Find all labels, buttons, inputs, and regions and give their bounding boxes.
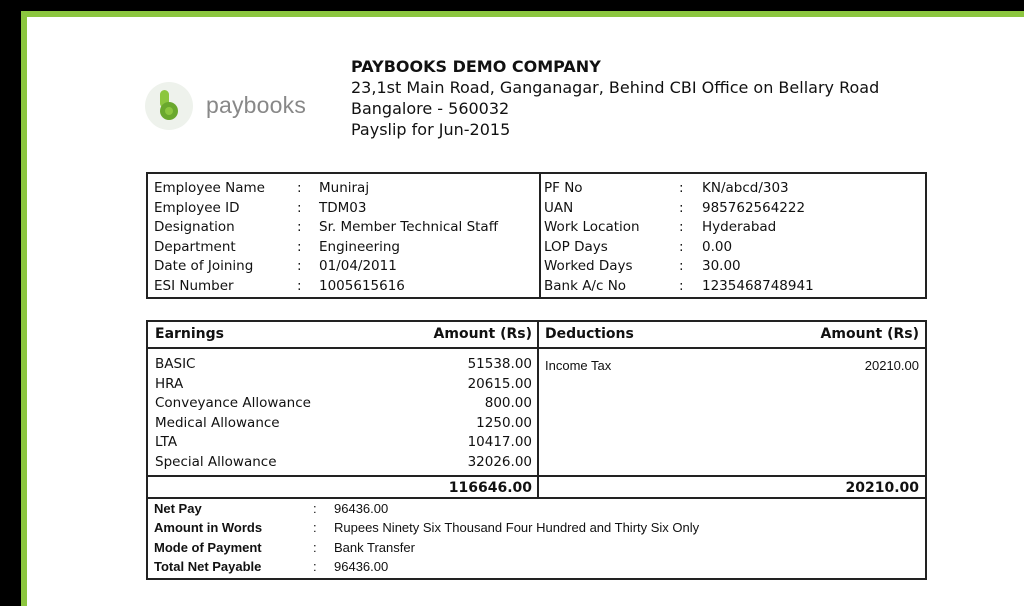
earning-amount: 32026.00: [467, 454, 532, 470]
info-value: 0.00: [702, 238, 733, 255]
info-value: KN/abcd/303: [702, 180, 789, 196]
info-colon: :: [297, 238, 302, 255]
info-row: UAN: 985762564222: [544, 199, 924, 219]
earning-amount: 1250.00: [476, 414, 532, 431]
info-value: Muniraj: [319, 180, 370, 196]
header-divider: [148, 347, 925, 349]
info-row: Employee Name: Muniraj: [154, 179, 534, 199]
earning-amount: 10417.00: [467, 434, 532, 451]
summary-label: Amount in Words: [154, 520, 263, 536]
info-colon: :: [679, 238, 684, 255]
info-colon: :: [297, 258, 302, 274]
info-label: UAN: [544, 199, 574, 216]
info-row: Employee ID: TDM03: [154, 199, 534, 219]
info-label: Employee ID: [154, 199, 240, 216]
info-row: Worked Days: 30.00: [544, 257, 924, 277]
company-address-line2: Bangalore - 560032: [351, 99, 510, 118]
summary-label: Total Net Payable: [154, 558, 262, 574]
summary-value: Rupees Ninety Six Thousand Four Hundred …: [334, 520, 700, 536]
total-divider: [148, 475, 925, 477]
info-value: 1005615616: [319, 277, 405, 294]
summary-colon: :: [313, 558, 317, 574]
summary-colon: :: [313, 539, 317, 555]
earning-amount: 20615.00: [467, 375, 532, 392]
info-colon: :: [679, 180, 684, 196]
deductions-total: 20210.00: [845, 480, 919, 496]
deductions-amount-header: Amount (Rs): [820, 326, 919, 342]
info-row: ESI Number:1005615616: [154, 277, 534, 297]
info-row: Work Location: Hyderabad: [544, 218, 924, 238]
deduction-name: Income Tax: [545, 358, 612, 373]
summary-colon: :: [313, 520, 317, 536]
info-colon: :: [297, 277, 302, 294]
earnings-deductions-table: Earnings Amount (Rs) Deductions Amount (…: [146, 320, 927, 499]
info-value: TDM03: [319, 199, 367, 216]
earning-name: Special Allowance: [155, 454, 277, 470]
info-label: Date of Joining: [154, 258, 254, 274]
info-colon: :: [679, 277, 684, 294]
employee-details-table: Employee Name: Muniraj Employee ID: TDM03 De…: [146, 172, 927, 299]
info-colon: :: [679, 219, 684, 235]
info-value: Sr. Member Technical Staff: [319, 219, 499, 235]
earning-amount: 800.00: [484, 395, 532, 412]
info-label: PF No: [544, 180, 583, 196]
info-label: Employee Name: [154, 180, 265, 196]
info-value: 30.00: [702, 258, 741, 274]
summary-value: Bank Transfer: [334, 539, 415, 555]
paybooks-logo: paybooks: [145, 82, 315, 132]
info-colon: :: [679, 258, 684, 274]
net-pay-summary: Net Pay: 96436.00 Amount in Words: Rupees N…: [146, 497, 927, 580]
info-label: ESI Number: [154, 277, 234, 294]
deduction-amount: 20210.00: [864, 358, 919, 373]
earnings-amount-header: Amount (Rs): [433, 326, 532, 342]
info-label: Department: [154, 238, 236, 255]
earnings-total: 116646.00: [448, 480, 532, 496]
info-colon: :: [297, 219, 302, 235]
info-row: Date of Joining: 01/04/2011: [154, 257, 534, 277]
info-value: 1235468748941: [702, 277, 814, 294]
payslip-period: Payslip for Jun-2015: [351, 120, 511, 139]
summary-value: 96436.00: [334, 558, 389, 574]
info-colon: :: [297, 199, 302, 216]
company-name: PAYBOOKS DEMO COMPANY: [351, 57, 601, 76]
info-label: Work Location: [544, 219, 640, 235]
logo-wordmark: paybooks: [206, 92, 307, 118]
info-colon: :: [679, 199, 684, 216]
info-row: LOP Days: 0.00: [544, 238, 924, 258]
company-address-line1: 23,1st Main Road, Ganganagar, Behind CBI…: [351, 78, 880, 97]
summary-colon: :: [313, 501, 317, 516]
info-label: Designation: [154, 219, 235, 235]
info-label: Worked Days: [544, 258, 633, 274]
info-label: Bank A/c No: [544, 277, 627, 294]
earning-name: BASIC: [155, 356, 196, 372]
info-value: 01/04/2011: [319, 258, 397, 274]
column-divider: [539, 174, 541, 297]
earning-name: Medical Allowance: [155, 414, 280, 431]
earning-amount: 51538.00: [467, 356, 532, 372]
deductions-header: Deductions: [545, 326, 634, 342]
summary-value: 96436.00: [334, 501, 389, 516]
info-value: 985762564222: [702, 199, 806, 216]
earning-name: Conveyance Allowance: [155, 395, 311, 412]
info-value: Hyderabad: [702, 219, 777, 235]
info-row: Department: Engineering: [154, 238, 534, 258]
info-row: PF No: KN/abcd/303: [544, 179, 924, 199]
info-row: Designation: Sr. Member Technical Staff: [154, 218, 534, 238]
earning-name: HRA: [155, 375, 184, 392]
summary-label: Mode of Payment: [154, 539, 262, 555]
earnings-header: Earnings: [155, 326, 225, 342]
info-colon: :: [297, 180, 302, 196]
earning-name: LTA: [155, 434, 178, 451]
summary-label: Net Pay: [154, 501, 202, 516]
info-row: Bank A/c No: 1235468748941: [544, 277, 924, 297]
company-header: PAYBOOKS DEMO COMPANY 23,1st Main Road, …: [351, 57, 879, 140]
info-value: Engineering: [319, 238, 400, 255]
logo-mark-icon: [160, 90, 178, 120]
info-label: LOP Days: [544, 238, 608, 255]
